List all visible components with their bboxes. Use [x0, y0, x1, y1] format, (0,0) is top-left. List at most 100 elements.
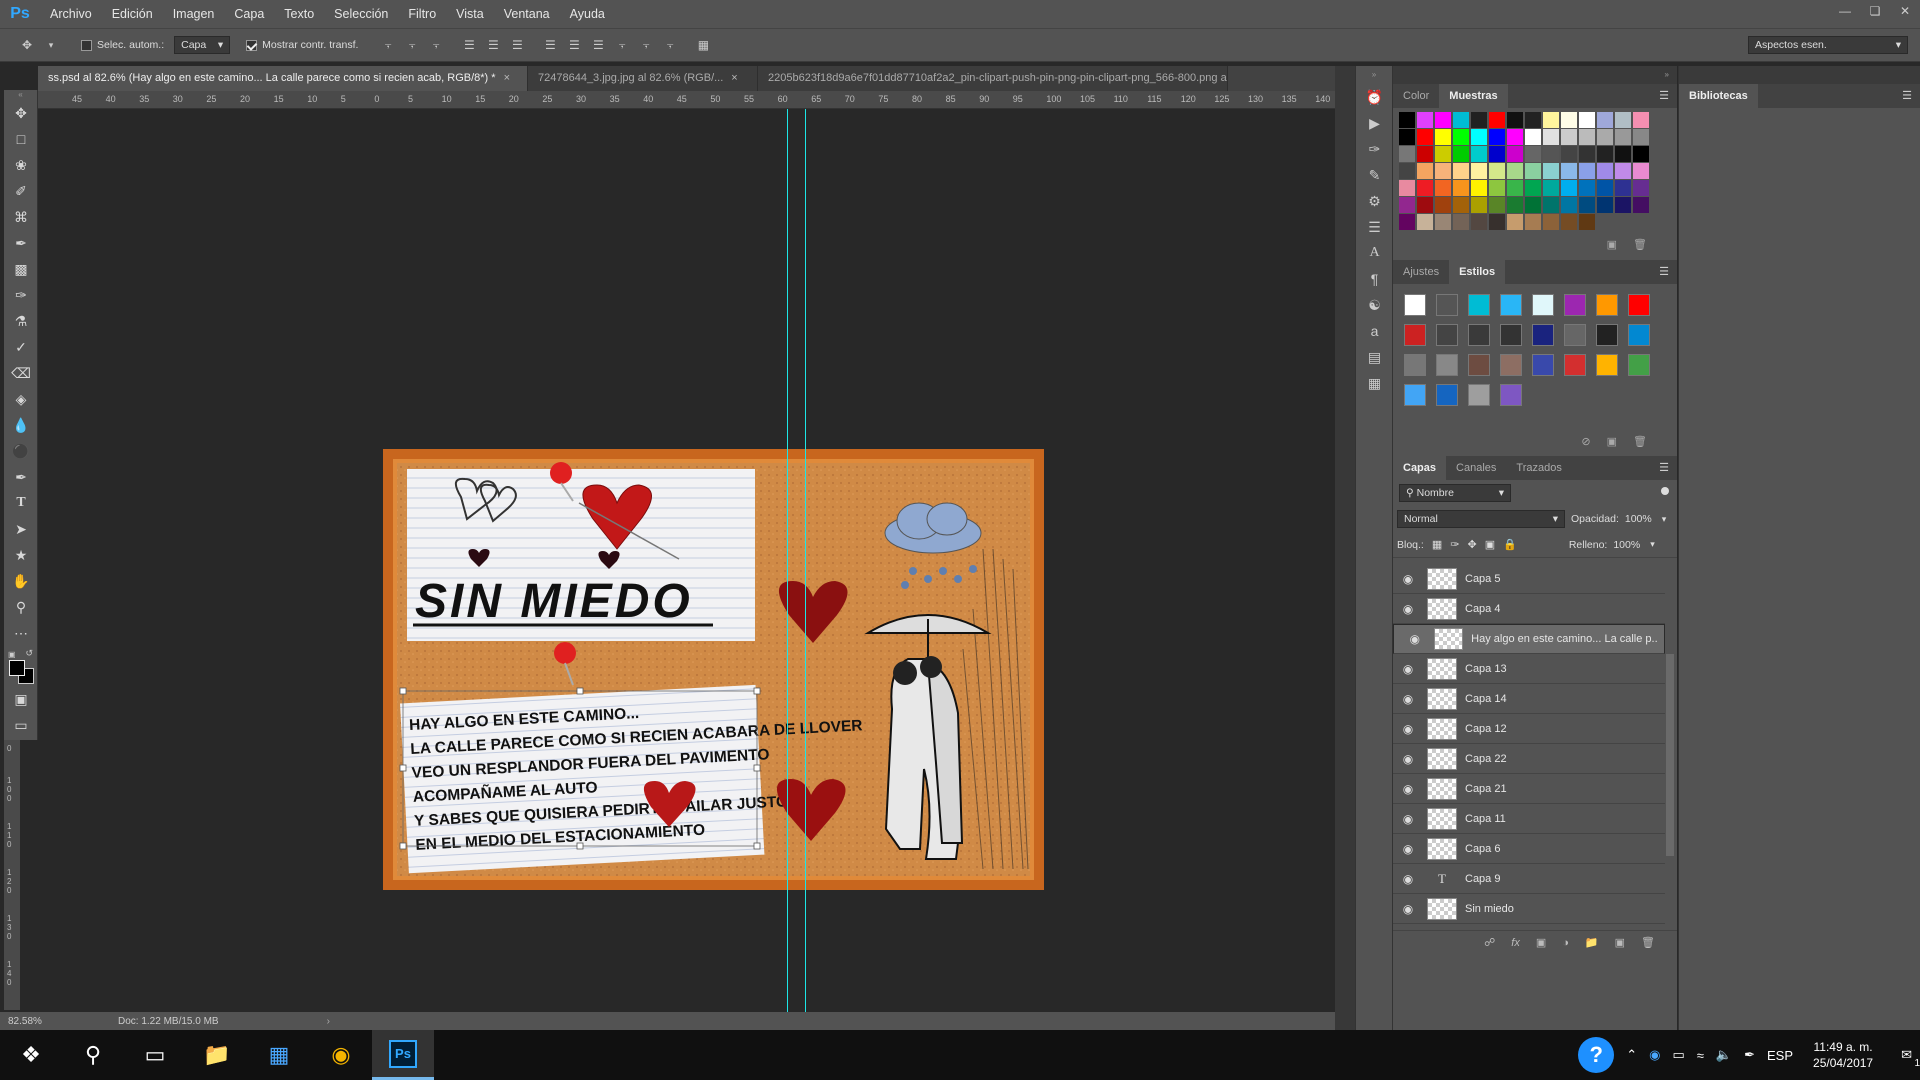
color-swatch[interactable] — [1507, 197, 1523, 213]
color-swatch[interactable] — [1417, 214, 1433, 230]
color-swatch[interactable] — [1579, 112, 1595, 128]
color-swatch[interactable] — [1615, 146, 1631, 162]
clock[interactable]: 11:49 a. m. 25/04/2017 — [1813, 1039, 1873, 1071]
color-swatch[interactable] — [1453, 112, 1469, 128]
layers-scrollbar[interactable] — [1666, 654, 1674, 856]
brushes-panel-icon[interactable]: ✎ — [1356, 162, 1393, 188]
store-icon[interactable]: ▦ — [248, 1030, 310, 1080]
style-preset[interactable] — [1532, 324, 1554, 346]
color-swatch[interactable] — [1543, 146, 1559, 162]
color-swatch[interactable] — [1417, 146, 1433, 162]
color-swatch[interactable] — [1471, 163, 1487, 179]
document-tab[interactable]: 72478644_3.jpg.jpg al 82.6% (RGB/... × — [528, 66, 758, 91]
color-swatch[interactable] — [1417, 197, 1433, 213]
color-swatch[interactable] — [1615, 112, 1631, 128]
visibility-eye-icon[interactable]: ◉ — [1400, 632, 1430, 646]
opacity-field[interactable]: 100% — [1625, 513, 1652, 525]
color-swatch[interactable] — [1633, 146, 1649, 162]
menu-1[interactable]: Edición — [102, 0, 163, 28]
color-swatch[interactable] — [1561, 197, 1577, 213]
document-tab[interactable]: 2205b623f18d9a6e7f01dd87710af2a2_pin-cli… — [758, 66, 1228, 91]
actions-panel-icon[interactable]: ▶ — [1356, 110, 1393, 136]
color-swatch[interactable] — [1579, 129, 1595, 145]
crop-tool-icon[interactable]: ⌘ — [4, 204, 38, 230]
document-tab[interactable]: ss.psd al 82.6% (Hay algo en este camino… — [38, 66, 528, 91]
tool-preset-dropdown[interactable]: ▾ — [42, 36, 60, 54]
filter-toggle-icon[interactable] — [1661, 487, 1669, 495]
auto-align-icon[interactable]: ▦ — [694, 36, 712, 54]
style-preset[interactable] — [1436, 384, 1458, 406]
color-swatch[interactable] — [1471, 112, 1487, 128]
color-swatch[interactable] — [1399, 214, 1415, 230]
visibility-eye-icon[interactable]: ◉ — [1393, 902, 1423, 916]
align-top-icon[interactable]: ⍪ — [379, 36, 397, 54]
panel-menu-icon[interactable]: ☰ — [1659, 89, 1669, 102]
color-swatch[interactable] — [1525, 180, 1541, 196]
menu-6[interactable]: Filtro — [398, 0, 446, 28]
color-swatch[interactable] — [1543, 180, 1559, 196]
color-swatch[interactable] — [1633, 197, 1649, 213]
color-swatch[interactable] — [1435, 129, 1451, 145]
task-view-icon[interactable]: ▭ — [124, 1030, 186, 1080]
collapse-strip-icon[interactable]: » — [1356, 66, 1392, 84]
color-swatch[interactable] — [1489, 197, 1505, 213]
color-swatch[interactable] — [1597, 112, 1613, 128]
history-brush-tool-icon[interactable]: ✓ — [4, 334, 38, 360]
style-preset[interactable] — [1596, 324, 1618, 346]
zoom-level[interactable]: 82.58% — [8, 1016, 108, 1027]
pen-icon[interactable]: ✒ — [1744, 1047, 1755, 1063]
opacity-dropdown-icon[interactable]: ▾ — [1662, 514, 1667, 525]
style-preset[interactable] — [1532, 354, 1554, 376]
notes-panel-icon[interactable]: ▦ — [1356, 370, 1393, 396]
visibility-eye-icon[interactable]: ◉ — [1393, 872, 1423, 886]
guide-line[interactable] — [805, 109, 806, 1012]
show-hidden-icons[interactable]: ⌃ — [1626, 1047, 1637, 1063]
align-vcenter-icon[interactable]: ⍪ — [403, 36, 421, 54]
distribute-hcenter-icon[interactable]: ⍪ — [637, 36, 655, 54]
file-explorer-icon[interactable]: 📁 — [186, 1030, 248, 1080]
color-swatches[interactable]: ▣ ↺ — [4, 646, 37, 686]
color-swatch[interactable] — [1543, 112, 1559, 128]
style-preset[interactable] — [1436, 354, 1458, 376]
move-tool-icon[interactable]: ✥ — [4, 100, 38, 126]
color-swatch[interactable] — [1615, 163, 1631, 179]
style-preset[interactable] — [1596, 294, 1618, 316]
style-preset[interactable] — [1532, 294, 1554, 316]
new-style-icon[interactable]: ▣ — [1607, 435, 1617, 448]
color-swatch[interactable] — [1489, 112, 1505, 128]
eraser-tool-icon[interactable]: ⌫ — [4, 360, 38, 386]
panel-menu-icon[interactable]: ☰ — [1659, 265, 1669, 278]
path-selection-tool-icon[interactable]: ➤ — [4, 516, 38, 542]
new-layer-icon[interactable]: ▣ — [1615, 936, 1625, 949]
color-swatch[interactable] — [1435, 197, 1451, 213]
adjustment-layer-icon[interactable]: ◑ — [1562, 937, 1569, 949]
layer-row[interactable]: ◉ Capa 13 — [1393, 654, 1665, 684]
fill-dropdown-icon[interactable]: ▾ — [1650, 539, 1655, 550]
color-swatch[interactable] — [1489, 163, 1505, 179]
menu-0[interactable]: Archivo — [40, 0, 102, 28]
glyphs-panel-icon[interactable]: ☯ — [1356, 292, 1393, 318]
color-swatch[interactable] — [1597, 197, 1613, 213]
color-swatch[interactable] — [1471, 197, 1487, 213]
color-swatch[interactable] — [1597, 129, 1613, 145]
clear-style-icon[interactable]: ⊘ — [1581, 435, 1590, 448]
blend-mode-dropdown[interactable]: Normal ▾ — [1397, 510, 1565, 528]
style-preset[interactable] — [1500, 294, 1522, 316]
lock-image-icon[interactable]: ✑ — [1450, 538, 1459, 551]
color-swatch[interactable] — [1543, 214, 1559, 230]
paragraph-panel-icon[interactable]: ¶ — [1356, 266, 1393, 292]
collapse-panels-icon[interactable]: » — [1393, 66, 1677, 84]
visibility-eye-icon[interactable]: ◉ — [1393, 572, 1423, 586]
color-swatch[interactable] — [1453, 129, 1469, 145]
notifications-icon[interactable]: ✉ 1 — [1901, 1047, 1920, 1069]
color-swatch[interactable] — [1453, 146, 1469, 162]
distribute-left-icon[interactable]: ⍪ — [613, 36, 631, 54]
wifi-icon[interactable]: ≈ — [1697, 1048, 1704, 1063]
color-swatch[interactable] — [1579, 197, 1595, 213]
align-right-icon[interactable]: ☰ — [508, 36, 526, 54]
battery-icon[interactable]: ▭ — [1672, 1047, 1684, 1063]
hand-tool-icon[interactable]: ✋ — [4, 568, 38, 594]
move-tool-icon[interactable]: ✥ — [18, 36, 36, 54]
color-swatch[interactable] — [1507, 112, 1523, 128]
menu-7[interactable]: Vista — [446, 0, 494, 28]
